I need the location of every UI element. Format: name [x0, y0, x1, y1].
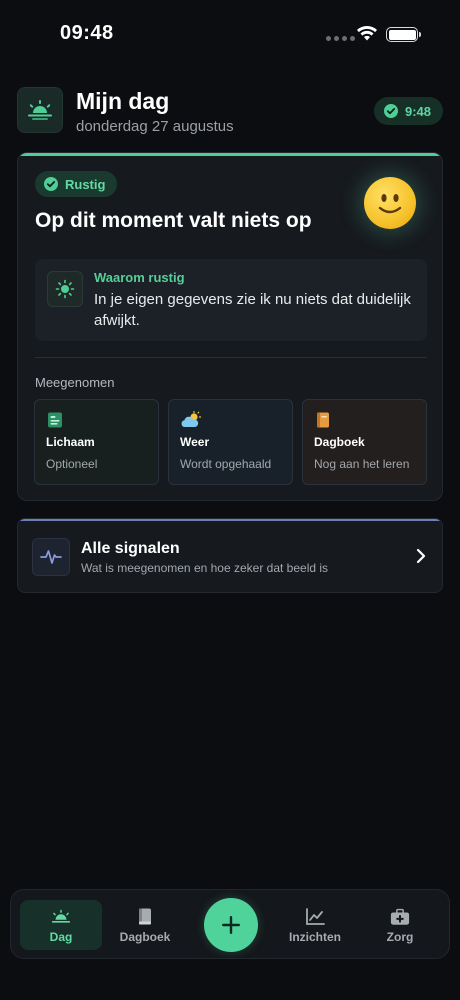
status-time: 09:48 — [60, 22, 114, 44]
sources-label: Meegenomen — [35, 375, 115, 390]
tab-inzichten[interactable]: Inzichten — [274, 900, 356, 950]
plus-icon — [222, 916, 240, 934]
reason-box: Waarom rustig In je eigen gegevens zie i… — [35, 259, 427, 341]
check-circle-icon — [44, 177, 58, 191]
signal-dots-icon — [326, 36, 355, 41]
page-title: Mijn dag — [76, 88, 170, 114]
slightly-smiling-face-icon — [364, 177, 416, 229]
divider — [35, 357, 427, 358]
chart-icon — [306, 908, 325, 925]
book-icon — [139, 908, 151, 925]
source-tile-subtitle: Nog aan het leren — [314, 457, 410, 471]
sun-behind-cloud-icon — [181, 411, 202, 427]
all-signals-card[interactable]: Alle signalen Wat is meegenomen en hoe z… — [17, 518, 443, 593]
tab-label: Inzichten — [288, 930, 341, 944]
status-badge: Rustig — [35, 171, 118, 197]
source-tile-title: Lichaam — [46, 435, 95, 449]
status-badge-label: Rustig — [65, 176, 106, 192]
sun-icon — [47, 271, 83, 307]
tab-zorg[interactable]: Zorg — [359, 900, 441, 950]
source-tile-title: Dagboek — [314, 435, 365, 449]
wifi-icon — [357, 26, 377, 41]
all-signals-title: Alle signalen — [81, 540, 180, 557]
sunrise-icon — [17, 87, 63, 133]
check-circle-icon — [383, 104, 398, 118]
status-card: Rustig Op dit moment valt niets op Waaro… — [17, 152, 443, 501]
id-card-icon — [48, 412, 62, 428]
add-entry-button[interactable] — [204, 898, 258, 952]
battery-icon — [386, 27, 421, 42]
source-tile-lichaam[interactable]: Lichaam Optioneel — [34, 399, 159, 485]
last-update-time: 9:48 — [404, 103, 431, 119]
tab-label: Dagboek — [119, 930, 171, 944]
status-bar: 09:48 — [0, 0, 460, 70]
status-title: Op dit moment valt niets op — [35, 209, 312, 232]
header: Mijn dag donderdag 27 augustus 9:48 — [17, 87, 443, 137]
pulse-icon — [32, 538, 70, 576]
sunrise-icon — [51, 909, 71, 923]
medical-bag-icon — [390, 908, 410, 925]
source-tile-dagboek[interactable]: Dagboek Nog aan het leren — [302, 399, 427, 485]
tab-bar: Dag Dagboek Inzichten Zorg — [10, 889, 450, 959]
tab-dag[interactable]: Dag — [20, 900, 102, 950]
source-tile-weer[interactable]: Weer Wordt opgehaald — [168, 399, 293, 485]
tab-label: Zorg — [386, 930, 414, 944]
reason-text: In je eigen gegevens zie ik nu niets dat… — [94, 291, 411, 329]
tab-dagboek[interactable]: Dagboek — [104, 900, 186, 950]
reason-heading: Waarom rustig — [94, 270, 185, 285]
source-tile-title: Weer — [180, 435, 210, 449]
source-tile-subtitle: Wordt opgehaald — [180, 457, 272, 471]
book-icon — [317, 412, 329, 428]
page-date: donderdag 27 augustus — [76, 118, 234, 135]
last-update-badge: 9:48 — [373, 97, 443, 125]
chevron-right-icon — [416, 548, 426, 564]
all-signals-subtitle: Wat is meegenomen en hoe zeker dat beeld… — [81, 561, 329, 575]
tab-label: Dag — [49, 930, 73, 944]
source-tile-subtitle: Optioneel — [46, 457, 98, 471]
